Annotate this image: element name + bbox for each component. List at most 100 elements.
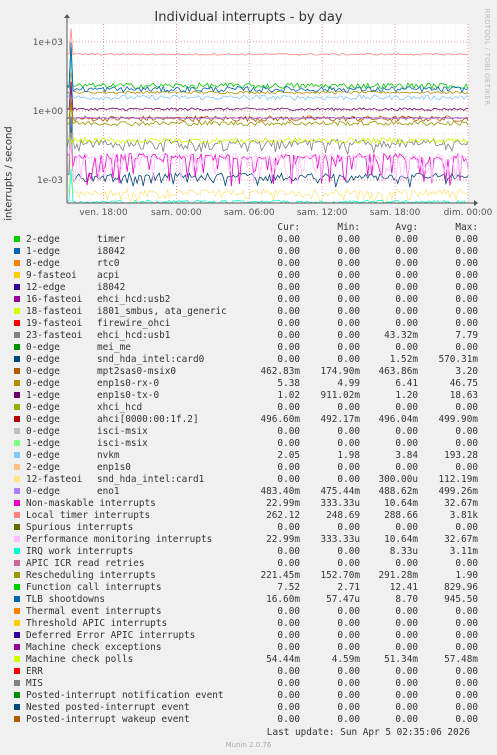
- legend-swatch: [14, 584, 20, 590]
- legend-label: 0-edge isci-msix: [26, 426, 148, 437]
- legend-min-value: 0.00: [337, 642, 360, 653]
- legend-row: Nested posted-interrupt event 0.00 0.00 0.0…: [0, 702, 497, 714]
- legend-min-value: 333.33u: [320, 498, 360, 509]
- legend-label: 2-edge timer: [26, 234, 125, 245]
- legend-row: 0-edge mpt2sas0-msix0 462.83m 174.90m 463.86…: [0, 366, 497, 378]
- legend-min-value: 911.02m: [320, 390, 360, 401]
- legend-min-value: 0.00: [337, 690, 360, 701]
- legend-swatch: [14, 236, 20, 242]
- legend-max-value: 0.00: [455, 282, 478, 293]
- legend-avg-value: 0.00: [395, 342, 418, 353]
- legend-min-value: 0.00: [337, 354, 360, 365]
- legend-avg-value: 0.00: [395, 618, 418, 629]
- legend-cur-value: 0.00: [277, 318, 300, 329]
- legend-row: 0-edge snd_hda_intel:card0 0.00 0.00 1.52m 57…: [0, 354, 497, 366]
- legend-avg-value: 0.00: [395, 690, 418, 701]
- y-tick-label: 1e-03: [37, 176, 63, 186]
- legend-row: 18-fasteoi i801_smbus, ata_generic 0.00 0.0…: [0, 306, 497, 318]
- legend-min-value: 0.00: [337, 546, 360, 557]
- legend-swatch: [14, 536, 20, 542]
- legend-device: snd_hda_intel:card1: [97, 474, 205, 485]
- legend-row: 0-edge nvkm 2.05 1.98 3.84 193.28: [0, 450, 497, 462]
- legend-swatch: [14, 644, 20, 650]
- legend-max-value: 0.00: [455, 678, 478, 689]
- legend-label: 2-edge enp1s0: [26, 462, 131, 473]
- legend-device: mpt2sas0-msix0: [97, 366, 177, 377]
- legend-avg-value: 288.66: [384, 510, 418, 521]
- legend-avg-value: 3.84: [395, 450, 418, 461]
- legend-cur-value: 0.00: [277, 474, 300, 485]
- legend-row: Threshold APIC interrupts 0.00 0.00 0.00 0.0…: [0, 618, 497, 630]
- legend-cur-value: 0.00: [277, 642, 300, 653]
- legend-max-value: 0.00: [455, 234, 478, 245]
- legend-row: 9-fasteoi acpi 0.00 0.00 0.00 0.00: [0, 270, 497, 282]
- legend-row: Posted-interrupt wakeup event 0.00 0.00 0.0…: [0, 714, 497, 726]
- legend-min-value: 492.17m: [320, 414, 360, 425]
- legend-avg-value: 0.00: [395, 522, 418, 533]
- legend-swatch: [14, 248, 20, 254]
- legend-max-value: 3.81k: [449, 510, 478, 521]
- legend-avg-value: 0.00: [395, 258, 418, 269]
- legend-row: Machine check polls 54.44m 4.59m 51.34m 57.4…: [0, 654, 497, 666]
- header-avg: Avg:: [395, 222, 418, 233]
- legend-irq: 9-fasteoi: [26, 270, 77, 281]
- legend-label: Spurious interrupts: [26, 522, 134, 533]
- legend-row: 1-edge enp1s0-tx-0 1.02 911.02m 1.20 18.63: [0, 390, 497, 402]
- legend-irq: 19-fasteoi: [26, 318, 83, 329]
- legend-min-value: 248.69: [326, 510, 360, 521]
- legend-row: Function call interrupts 7.52 2.71 12.41 829…: [0, 582, 497, 594]
- legend-swatch: [14, 344, 20, 350]
- legend-swatch: [14, 500, 20, 506]
- y-axis-label-text: interrupts / second: [3, 126, 15, 221]
- legend-label: 23-fasteoi ehci_hcd:usb1: [26, 330, 170, 341]
- legend-min-value: 0.00: [337, 258, 360, 269]
- header-max: Max:: [455, 222, 478, 233]
- legend-avg-value: 0.00: [395, 678, 418, 689]
- legend-label: 1-edge isci-msix: [26, 438, 148, 449]
- legend-min-value: 0.00: [337, 678, 360, 689]
- legend-row: Rescheduling interrupts 221.45m 152.70m 291…: [0, 570, 497, 582]
- legend-cur-value: 1.02: [277, 390, 300, 401]
- legend-label: 0-edge mei_me: [26, 342, 131, 353]
- legend-min-value: 0.00: [337, 474, 360, 485]
- legend-cur-value: 0.00: [277, 306, 300, 317]
- legend-avg-value: 0.00: [395, 306, 418, 317]
- legend-label: APIC ICR read retries: [26, 558, 145, 569]
- legend-row: 0-edge ahci[0000:00:1f.2] 496.60m 492.17m 49…: [0, 414, 497, 426]
- x-tick-label: sam. 12:00: [297, 208, 348, 218]
- legend-max-value: 32.67m: [444, 534, 478, 545]
- legend-max-value: 193.28: [444, 450, 478, 461]
- legend-cur-value: 0.00: [277, 606, 300, 617]
- legend-swatch: [14, 680, 20, 686]
- legend-avg-value: 8.33u: [389, 546, 418, 557]
- legend-cur-value: 483.40m: [260, 486, 300, 497]
- legend-cur-value: 0.00: [277, 294, 300, 305]
- legend-row: 1-edge isci-msix 0.00 0.00 0.00 0.00: [0, 438, 497, 450]
- legend-swatch: [14, 272, 20, 278]
- legend-row: 12-fasteoi snd_hda_intel:card1 0.00 0.00 300…: [0, 474, 497, 486]
- legend-cur-value: 0.00: [277, 690, 300, 701]
- legend-irq: 18-fasteoi: [26, 306, 83, 317]
- legend-cur-value: 0.00: [277, 258, 300, 269]
- legend-row: Local timer interrupts 262.12 248.69 288.66…: [0, 510, 497, 522]
- legend-row: 8-edge rtc0 0.00 0.00 0.00 0.00: [0, 258, 497, 270]
- legend-cur-value: 0.00: [277, 234, 300, 245]
- legend-max-value: 0.00: [455, 618, 478, 629]
- legend-swatch: [14, 476, 20, 482]
- legend-min-value: 2.71: [337, 582, 360, 593]
- legend-label: Machine check polls: [26, 654, 134, 665]
- legend-min-value: 0.00: [337, 282, 360, 293]
- legend-row: Thermal event interrupts 0.00 0.00 0.00 0.00: [0, 606, 497, 618]
- legend-avg-value: 496.04m: [378, 414, 418, 425]
- legend-avg-value: 10.64m: [384, 498, 418, 509]
- legend-device: rtc0: [97, 258, 120, 269]
- legend-label: Posted-interrupt notification event: [26, 690, 224, 701]
- legend-swatch: [14, 656, 20, 662]
- legend-avg-value: 0.00: [395, 630, 418, 641]
- legend-cur-value: 462.83m: [260, 366, 300, 377]
- legend-max-value: 1.90: [455, 570, 478, 581]
- y-tick-label: 1e+00: [33, 107, 64, 117]
- legend-device: nvkm: [97, 450, 120, 461]
- legend-swatch: [14, 596, 20, 602]
- legend-max-value: 0.00: [455, 246, 478, 257]
